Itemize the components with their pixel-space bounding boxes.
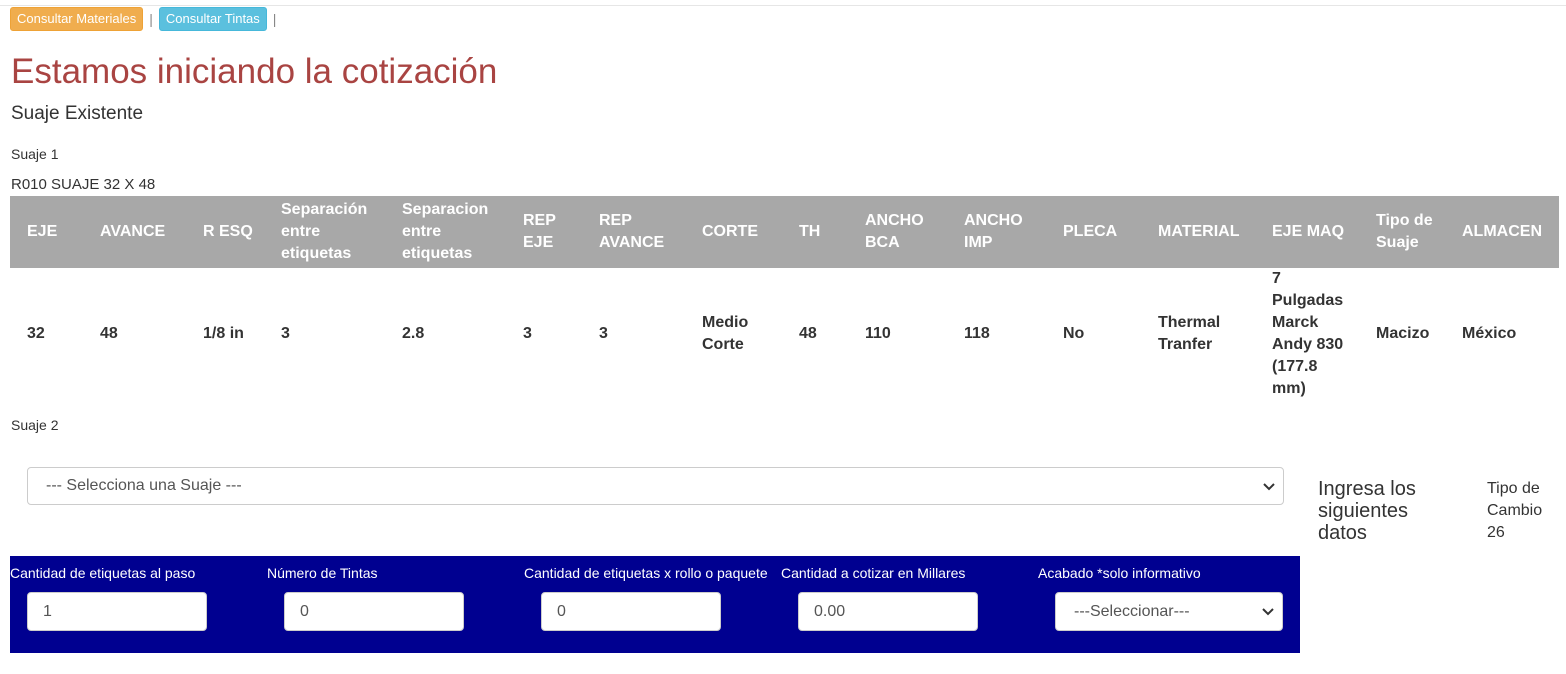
toolbar: Consultar Materiales | Consultar Tintas … <box>10 7 282 31</box>
cantidad-etiquetas-rollo-input[interactable]: 0 <box>541 592 721 631</box>
column-header: CORTE <box>685 196 782 268</box>
column-header: TH <box>782 196 848 268</box>
chevron-down-icon <box>1262 603 1274 621</box>
page-title: Estamos iniciando la cotización <box>11 52 498 91</box>
column-header: REP AVANCE <box>582 196 685 268</box>
column-header: ALMACEN <box>1445 196 1559 268</box>
acabado-select-value: ---Seleccionar--- <box>1074 602 1190 620</box>
separator: | <box>272 11 277 27</box>
column-header: Tipo de Suaje <box>1359 196 1445 268</box>
column-header: REP EJE <box>506 196 582 268</box>
table-cell: 110 <box>865 325 891 342</box>
table-cell: No <box>1063 325 1085 342</box>
column-header: ANCHO BCA <box>848 196 947 268</box>
field-label: Acabado *solo informativo <box>1038 565 1201 581</box>
table-row: 32 48 1/8 in 3 2.8 3 3 Medio Corte 48 11… <box>10 268 1559 400</box>
table-cell: 3 <box>523 325 532 342</box>
tipo-cambio: Tipo de Cambio 26 <box>1487 478 1557 544</box>
table-cell: 2.8 <box>402 325 425 342</box>
suaje-select-value: --- Selecciona una Suaje --- <box>46 477 242 494</box>
field-label: Cantidad de etiquetas x rollo o paquete <box>524 565 768 581</box>
table-cell: 32 <box>27 325 45 342</box>
chevron-down-icon <box>1263 479 1275 494</box>
tipo-cambio-label: Tipo de Cambio <box>1487 480 1543 519</box>
field-label: Cantidad de etiquetas al paso <box>10 565 196 581</box>
table-cell: Thermal Tranfer <box>1158 314 1221 353</box>
field-label: Número de Tintas <box>267 565 378 581</box>
table-cell: 118 <box>964 325 990 342</box>
table-cell: Macizo <box>1376 325 1430 342</box>
top-border <box>0 0 1566 6</box>
table-cell: 1/8 in <box>203 325 244 342</box>
column-header: EJE <box>10 196 83 268</box>
table-cell: 7 Pulgadas Marck Andy 830 (177.8 mm) <box>1272 270 1344 397</box>
table-header-row: EJE AVANCE R ESQ Separación entre etique… <box>10 196 1559 268</box>
column-header: MATERIAL <box>1141 196 1255 268</box>
column-header: ANCHO IMP <box>947 196 1046 268</box>
table-cell: México <box>1462 325 1517 342</box>
column-header: AVANCE <box>83 196 186 268</box>
column-header: Separacion entre etiquetas <box>385 196 506 268</box>
column-header: PLECA <box>1046 196 1141 268</box>
suaje-spec-table: EJE AVANCE R ESQ Separación entre etique… <box>10 196 1559 400</box>
table-cell: Medio Corte <box>702 314 749 353</box>
table-cell: 3 <box>281 325 290 342</box>
cantidad-millares-input[interactable]: 0.00 <box>798 592 978 631</box>
column-header: Separación entre etiquetas <box>264 196 385 268</box>
ingresa-datos-heading: Ingresa los siguientes datos <box>1318 478 1416 544</box>
cantidad-etiquetas-paso-input[interactable]: 1 <box>27 592 207 631</box>
field-label: Cantidad a cotizar en Millares <box>781 565 966 581</box>
tipo-cambio-value: 26 <box>1487 524 1505 541</box>
table-cell: 3 <box>599 325 608 342</box>
page-subtitle: Suaje Existente <box>11 103 144 124</box>
numero-tintas-input[interactable]: 0 <box>284 592 464 631</box>
column-header: R ESQ <box>186 196 264 268</box>
acabado-select[interactable]: ---Seleccionar--- <box>1055 592 1283 631</box>
separator: | <box>149 11 153 27</box>
column-header: EJE MAQ <box>1255 196 1359 268</box>
suaje-1-name: R010 SUAJE 32 X 48 <box>11 176 156 193</box>
table-cell: 48 <box>100 325 118 342</box>
consultar-tintas-button[interactable]: Consultar Tintas <box>158 7 267 31</box>
quote-form-panel: Cantidad de etiquetas al paso 1 Número d… <box>10 556 1300 653</box>
consultar-materiales-button[interactable]: Consultar Materiales <box>10 7 144 31</box>
suaje-1-label: Suaje 1 <box>11 146 59 162</box>
suaje-2-label: Suaje 2 <box>11 417 59 433</box>
table-cell: 48 <box>799 325 817 342</box>
suaje-select[interactable]: --- Selecciona una Suaje --- <box>27 467 1284 505</box>
